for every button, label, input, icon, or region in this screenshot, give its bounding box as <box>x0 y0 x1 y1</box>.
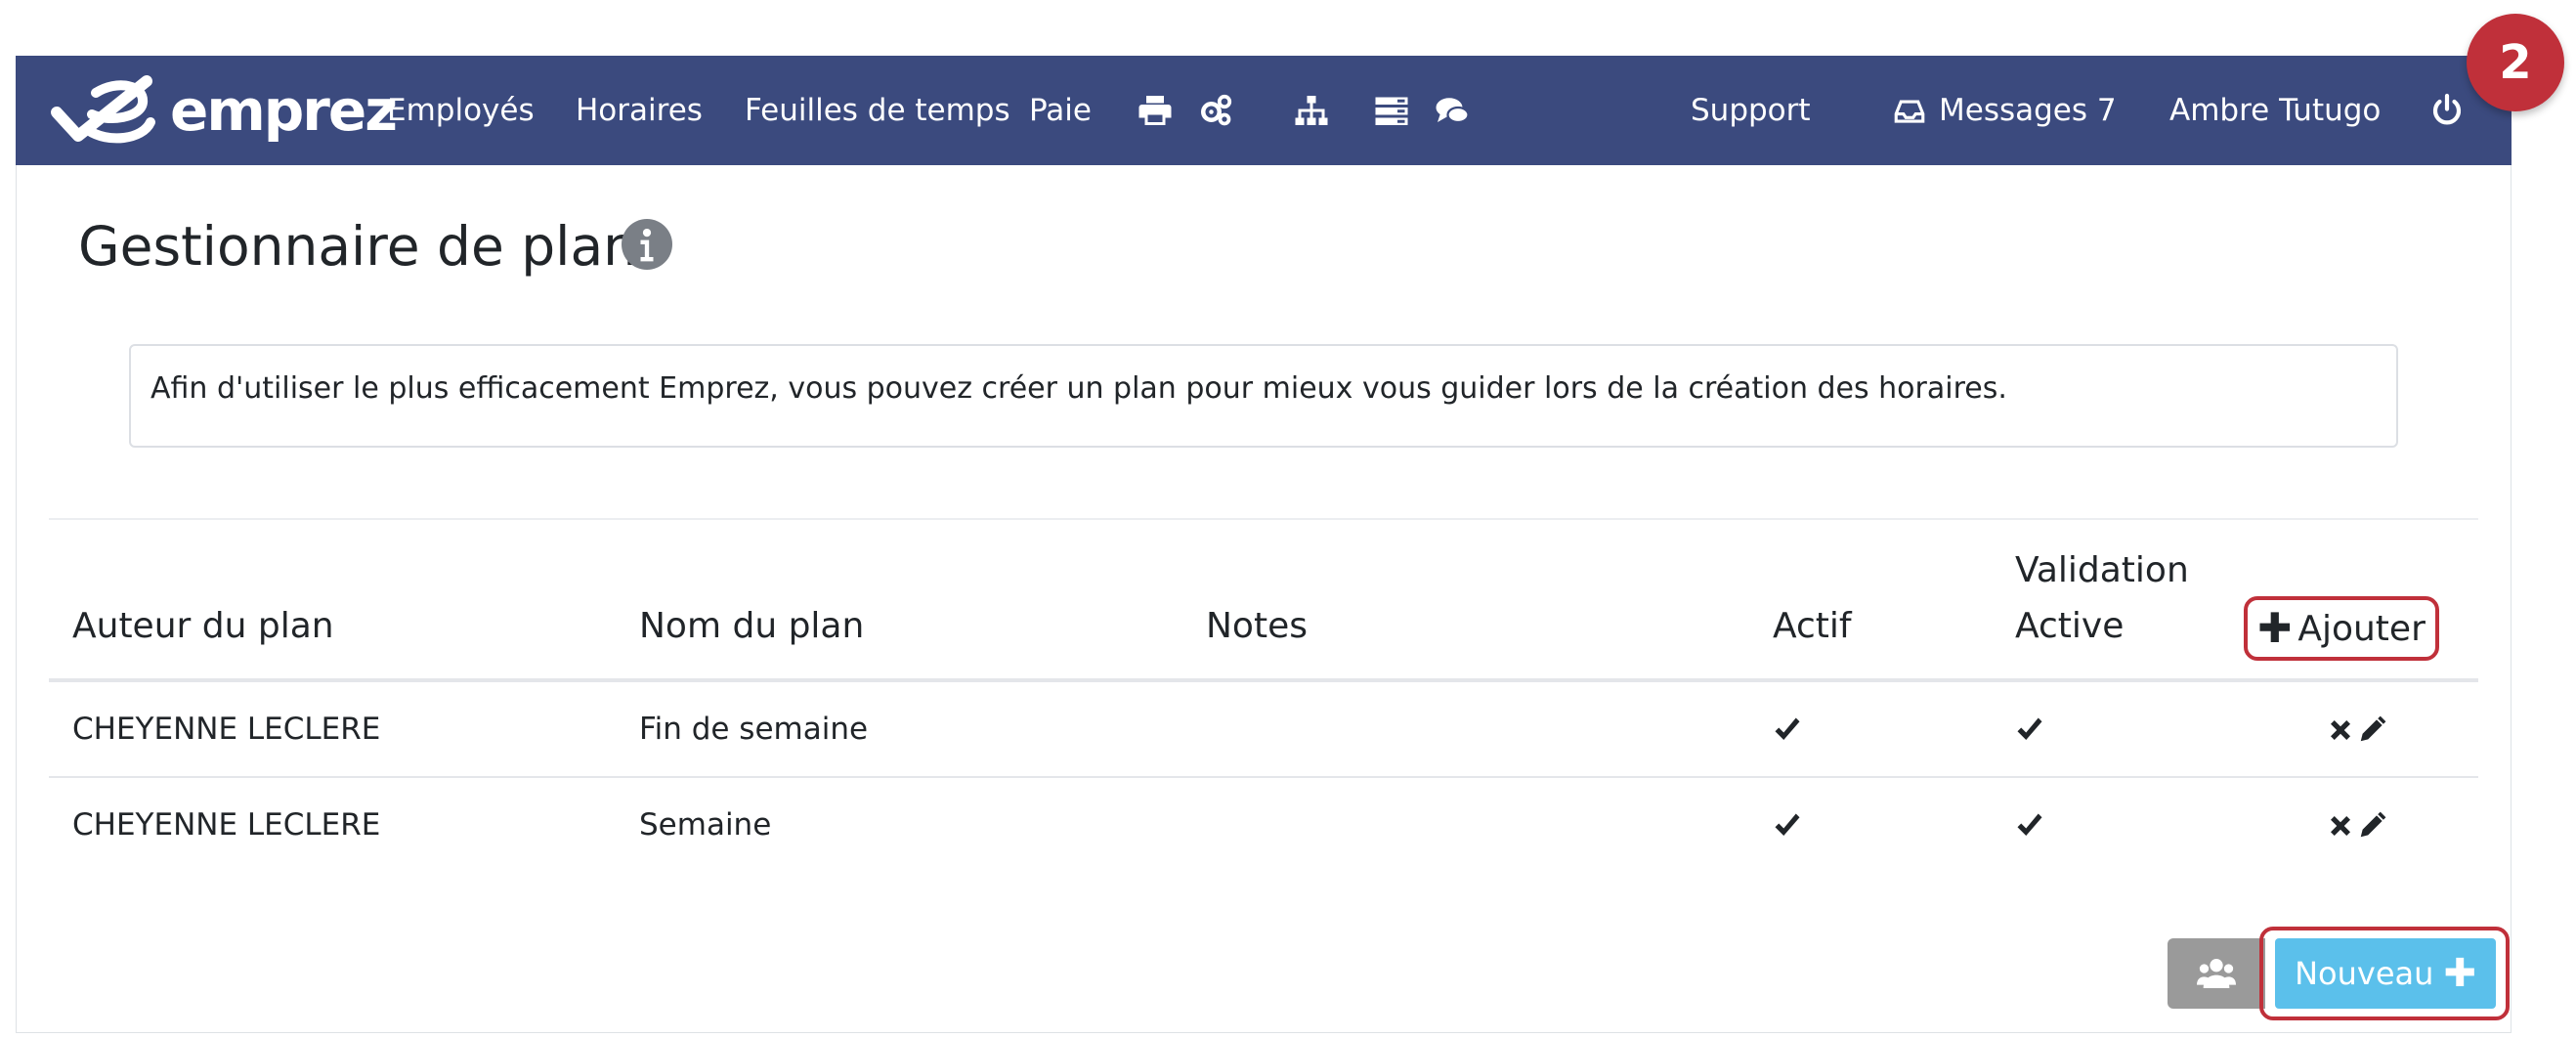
plus-icon: ✚ <box>2443 951 2476 996</box>
header-validation-line2: Active <box>2015 606 2125 646</box>
header-notes: Notes <box>1206 606 1308 646</box>
comments-icon[interactable] <box>1435 93 1470 128</box>
header-name: Nom du plan <box>639 606 865 646</box>
nav-employes[interactable]: Employés <box>387 56 535 165</box>
nav-horaires[interactable]: Horaires <box>576 56 703 165</box>
info-icon[interactable] <box>622 219 672 270</box>
nav-messages[interactable]: Messages 7 <box>1939 56 2117 165</box>
check-icon <box>2017 717 2042 740</box>
section-divider <box>49 518 2478 520</box>
check-icon <box>2017 813 2042 836</box>
power-icon[interactable] <box>2429 93 2465 128</box>
nav-feuilles-de-temps[interactable]: Feuilles de temps <box>745 56 1010 165</box>
users-icon <box>2197 959 2236 988</box>
header-active: Actif <box>1773 606 1852 646</box>
add-plan-button[interactable]: ✚ Ajouter <box>2244 596 2439 661</box>
check-icon <box>1775 717 1800 740</box>
inbox-icon <box>1894 97 1925 126</box>
new-plan-label: Nouveau <box>2295 955 2434 992</box>
header-author: Auteur du plan <box>72 606 334 646</box>
print-icon[interactable] <box>1138 93 1173 128</box>
emprez-logo-icon <box>51 75 155 144</box>
top-navbar: emprez Employés Horaires Feuilles de tem… <box>16 56 2512 165</box>
header-validation-line1: Validation <box>2015 550 2189 590</box>
edit-icon[interactable] <box>2357 715 2386 745</box>
delete-icon[interactable] <box>2326 811 2355 841</box>
plus-icon: ✚ <box>2257 604 2293 652</box>
page-title: Gestionnaire de plan <box>78 215 638 278</box>
nav-user[interactable]: Ambre Tutugo <box>2169 56 2381 165</box>
check-icon <box>1775 813 1800 836</box>
edit-icon[interactable] <box>2357 811 2386 841</box>
brand-name: emprez <box>170 77 398 144</box>
row2-author: CHEYENNE LECLERE <box>72 807 381 843</box>
delete-icon[interactable] <box>2326 715 2355 745</box>
info-alert: Afin d'utiliser le plus efficacement Emp… <box>129 344 2398 448</box>
new-plan-button[interactable]: Nouveau ✚ <box>2275 938 2496 1009</box>
page-frame <box>16 56 2512 1033</box>
sitemap-icon[interactable] <box>1294 93 1329 128</box>
row2-name: Semaine <box>639 807 772 843</box>
nav-support[interactable]: Support <box>1691 56 1811 165</box>
add-plan-label: Ajouter <box>2297 608 2426 649</box>
row1-name: Fin de semaine <box>639 712 869 747</box>
row-divider <box>49 776 2478 778</box>
nav-paie[interactable]: Paie <box>1029 56 1092 165</box>
table-header-line <box>49 678 2478 682</box>
step-badge: 2 <box>2467 14 2564 111</box>
server-icon[interactable] <box>1374 93 1409 128</box>
brand-logo[interactable]: emprez <box>49 56 398 165</box>
row1-author: CHEYENNE LECLERE <box>72 712 381 747</box>
users-button[interactable] <box>2168 938 2265 1009</box>
cogs-icon[interactable] <box>1198 93 1233 128</box>
